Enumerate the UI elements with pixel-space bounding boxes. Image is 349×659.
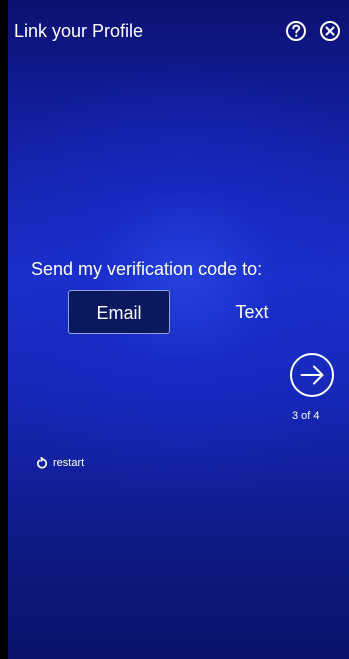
next-step-button[interactable] — [289, 352, 335, 398]
restart-link[interactable]: restart — [35, 455, 84, 471]
close-button[interactable] — [319, 20, 341, 42]
help-circle-icon — [286, 21, 306, 41]
arrow-right-circle-icon — [290, 353, 334, 397]
top-bar: Link your Profile — [8, 0, 349, 52]
step-counter: 3 of 4 — [292, 410, 320, 422]
restart-icon — [37, 456, 48, 468]
left-edge-strip — [0, 0, 8, 659]
profile-link-screen: Link your Profile Send my verification c… — [0, 0, 349, 659]
page-title: Link your Profile — [14, 21, 144, 41]
verification-prompt: Send my verification code to: — [31, 259, 263, 279]
restart-label: restart — [53, 457, 85, 469]
email-option-button[interactable]: Email — [68, 290, 170, 334]
close-circle-icon — [320, 21, 340, 41]
text-option-button[interactable]: Text — [210, 290, 294, 334]
blue-gradient-background — [8, 0, 349, 659]
help-button[interactable] — [285, 20, 307, 42]
